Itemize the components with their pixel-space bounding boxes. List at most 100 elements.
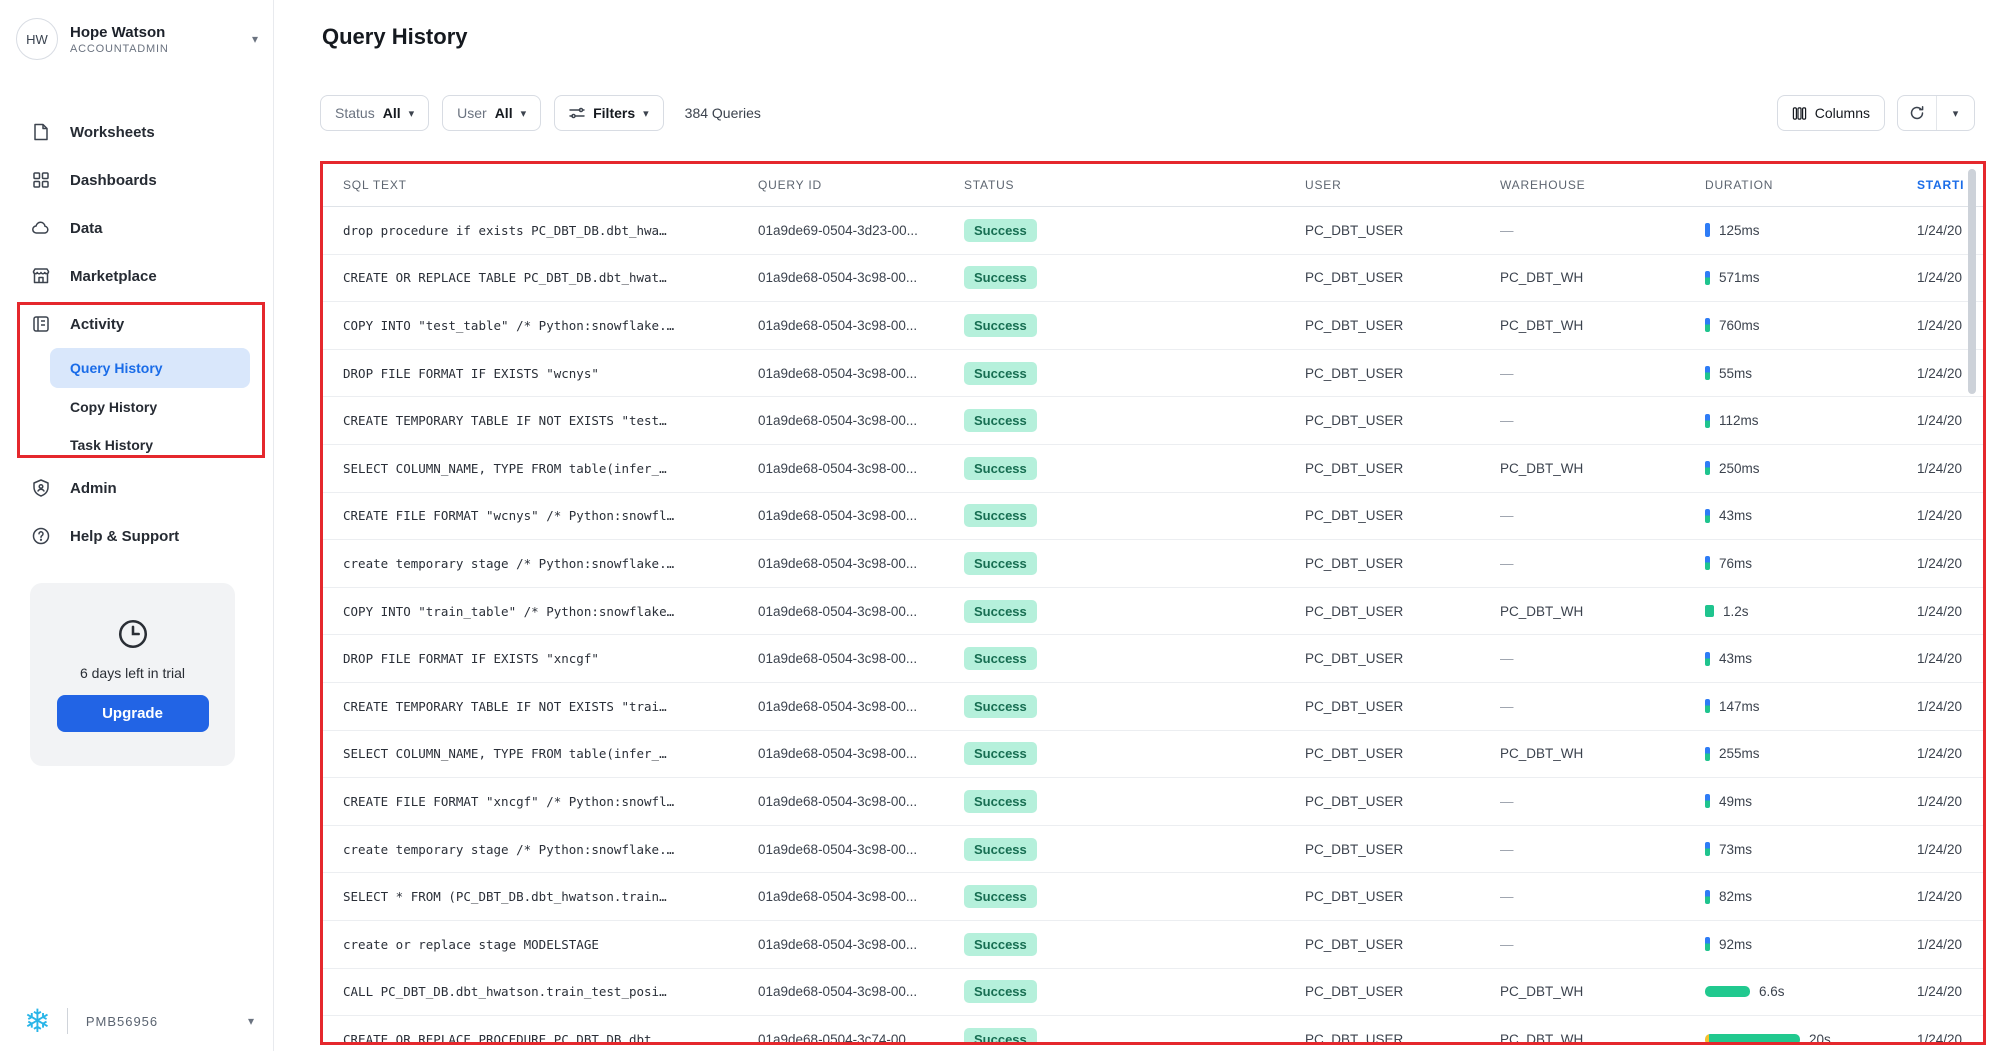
cell-sql-text: CREATE OR REPLACE TABLE PC_DBT_DB.dbt_hw… <box>343 270 758 285</box>
cell-start-time: 1/24/20 <box>1917 556 1983 571</box>
cell-status: Success <box>964 552 1305 575</box>
cell-user: PC_DBT_USER <box>1305 508 1500 523</box>
status-badge: Success <box>964 266 1037 289</box>
duration-value: 43ms <box>1719 508 1752 523</box>
query-history-table: SQL TEXTQUERY IDSTATUSUSERWAREHOUSEDURAT… <box>320 161 1986 1045</box>
cell-query-id: 01a9de68-0504-3c98-00... <box>758 270 964 285</box>
cell-query-id: 01a9de68-0504-3c98-00... <box>758 366 964 381</box>
cell-sql-text: CREATE TEMPORARY TABLE IF NOT EXISTS "tr… <box>343 699 758 714</box>
cell-duration: 1.2s <box>1705 604 1917 619</box>
sidebar-subitem-copy-history[interactable]: Copy History <box>0 388 274 426</box>
table-row[interactable]: create or replace stage MODELSTAGE01a9de… <box>323 921 1983 969</box>
status-badge: Success <box>964 504 1037 527</box>
chevron-down-icon: ▾ <box>643 107 649 120</box>
sidebar-item-worksheets[interactable]: Worksheets <box>0 108 274 156</box>
sidebar-item-help-support[interactable]: Help & Support <box>0 512 274 560</box>
cell-start-time: 1/24/20 <box>1917 746 1983 761</box>
cell-sql-text: CREATE FILE FORMAT "wcnys" /* Python:sno… <box>343 508 758 523</box>
cell-duration: 43ms <box>1705 508 1917 523</box>
sidebar-item-label: Dashboards <box>70 172 157 189</box>
refresh-options-button[interactable]: ▾ <box>1936 96 1974 130</box>
upgrade-button[interactable]: Upgrade <box>57 695 209 732</box>
table-row[interactable]: SELECT COLUMN_NAME, TYPE FROM table(infe… <box>323 731 1983 779</box>
sidebar: HW Hope Watson ACCOUNTADMIN ▾ Worksheets… <box>0 0 274 1051</box>
cell-start-time: 1/24/20 <box>1917 461 1983 476</box>
activity-icon <box>30 313 52 335</box>
cell-status: Success <box>964 457 1305 480</box>
filters-button[interactable]: Filters ▾ <box>554 95 664 131</box>
avatar: HW <box>16 18 58 60</box>
table-row[interactable]: CREATE FILE FORMAT "xncgf" /* Python:sno… <box>323 778 1983 826</box>
cell-warehouse: — <box>1500 508 1705 523</box>
table-row[interactable]: CREATE OR REPLACE PROCEDURE PC_DBT_DB.db… <box>323 1016 1983 1045</box>
table-row[interactable]: SELECT COLUMN_NAME, TYPE FROM table(infe… <box>323 445 1983 493</box>
cell-sql-text: SELECT * FROM (PC_DBT_DB.dbt_hwatson.tra… <box>343 889 758 904</box>
refresh-icon <box>1909 105 1925 121</box>
table-row[interactable]: create temporary stage /* Python:snowfla… <box>323 826 1983 874</box>
column-header-sql-text[interactable]: SQL TEXT <box>343 178 758 192</box>
column-header-warehouse[interactable]: WAREHOUSE <box>1500 178 1705 192</box>
user-filter[interactable]: User All ▾ <box>442 95 541 131</box>
cell-status: Success <box>964 314 1305 337</box>
sidebar-item-marketplace[interactable]: Marketplace <box>0 252 274 300</box>
cell-status: Success <box>964 409 1305 432</box>
account-menu[interactable]: HW Hope Watson ACCOUNTADMIN ▾ <box>16 18 258 60</box>
cell-start-time: 1/24/20 <box>1917 651 1983 666</box>
account-selector[interactable]: ❄ PMB56956 ▾ <box>24 1005 254 1037</box>
duration-value: 760ms <box>1719 318 1760 333</box>
column-header-status[interactable]: STATUS <box>964 178 1305 192</box>
cell-user: PC_DBT_USER <box>1305 318 1500 333</box>
cell-warehouse: PC_DBT_WH <box>1500 984 1705 999</box>
table-row[interactable]: CREATE TEMPORARY TABLE IF NOT EXISTS "tr… <box>323 683 1983 731</box>
sidebar-item-activity[interactable]: Activity <box>0 300 274 348</box>
table-row[interactable]: create temporary stage /* Python:snowfla… <box>323 540 1983 588</box>
table-row[interactable]: SELECT * FROM (PC_DBT_DB.dbt_hwatson.tra… <box>323 873 1983 921</box>
duration-bar <box>1705 937 1710 951</box>
sidebar-item-data[interactable]: Data <box>0 204 274 252</box>
sidebar-subitem-query-history[interactable]: Query History <box>50 348 250 388</box>
account-id: PMB56956 <box>86 1014 158 1029</box>
help-icon <box>30 525 52 547</box>
status-filter[interactable]: Status All ▾ <box>320 95 429 131</box>
cell-status: Success <box>964 742 1305 765</box>
vertical-scrollbar[interactable] <box>1968 169 1976 394</box>
sidebar-subitem-task-history[interactable]: Task History <box>0 426 274 464</box>
refresh-split-button: ▾ <box>1897 95 1975 131</box>
cell-sql-text: create or replace stage MODELSTAGE <box>343 937 758 952</box>
cell-query-id: 01a9de68-0504-3c98-00... <box>758 461 964 476</box>
table-row[interactable]: CREATE TEMPORARY TABLE IF NOT EXISTS "te… <box>323 397 1983 445</box>
table-row[interactable]: CALL PC_DBT_DB.dbt_hwatson.train_test_po… <box>323 969 1983 1017</box>
table-row[interactable]: DROP FILE FORMAT IF EXISTS "wcnys"01a9de… <box>323 350 1983 398</box>
cell-duration: 55ms <box>1705 366 1917 381</box>
cell-duration: 255ms <box>1705 746 1917 761</box>
table-row[interactable]: CREATE FILE FORMAT "wcnys" /* Python:sno… <box>323 493 1983 541</box>
cell-duration: 112ms <box>1705 413 1917 428</box>
table-row[interactable]: DROP FILE FORMAT IF EXISTS "xncgf"01a9de… <box>323 635 1983 683</box>
duration-value: 250ms <box>1719 461 1760 476</box>
column-header-duration[interactable]: DURATION <box>1705 178 1917 192</box>
sidebar-item-admin[interactable]: Admin <box>0 464 274 512</box>
table-row[interactable]: COPY INTO "train_table" /* Python:snowfl… <box>323 588 1983 636</box>
table-header-row: SQL TEXTQUERY IDSTATUSUSERWAREHOUSEDURAT… <box>323 164 1983 207</box>
page-title: Query History <box>322 24 468 50</box>
cell-sql-text: CREATE TEMPORARY TABLE IF NOT EXISTS "te… <box>343 413 758 428</box>
status-badge: Success <box>964 838 1037 861</box>
status-badge: Success <box>964 1028 1037 1045</box>
status-badge: Success <box>964 314 1037 337</box>
cell-duration: 125ms <box>1705 223 1917 238</box>
trial-message: 6 days left in trial <box>80 665 185 681</box>
refresh-button[interactable] <box>1898 96 1936 130</box>
column-header-user[interactable]: USER <box>1305 178 1500 192</box>
sidebar-nav: Worksheets Dashboards DataMarketplaceActiv… <box>0 108 274 560</box>
status-badge: Success <box>964 552 1037 575</box>
column-header-query-id[interactable]: QUERY ID <box>758 178 964 192</box>
table-row[interactable]: drop procedure if exists PC_DBT_DB.dbt_h… <box>323 207 1983 255</box>
cell-warehouse: — <box>1500 937 1705 952</box>
table-row[interactable]: COPY INTO "test_table" /* Python:snowfla… <box>323 302 1983 350</box>
sidebar-item-dashboards[interactable]: Dashboards <box>0 156 274 204</box>
cell-query-id: 01a9de68-0504-3c98-00... <box>758 842 964 857</box>
columns-button[interactable]: Columns <box>1777 95 1885 131</box>
cell-status: Success <box>964 695 1305 718</box>
table-row[interactable]: CREATE OR REPLACE TABLE PC_DBT_DB.dbt_hw… <box>323 255 1983 303</box>
cell-query-id: 01a9de68-0504-3c98-00... <box>758 984 964 999</box>
